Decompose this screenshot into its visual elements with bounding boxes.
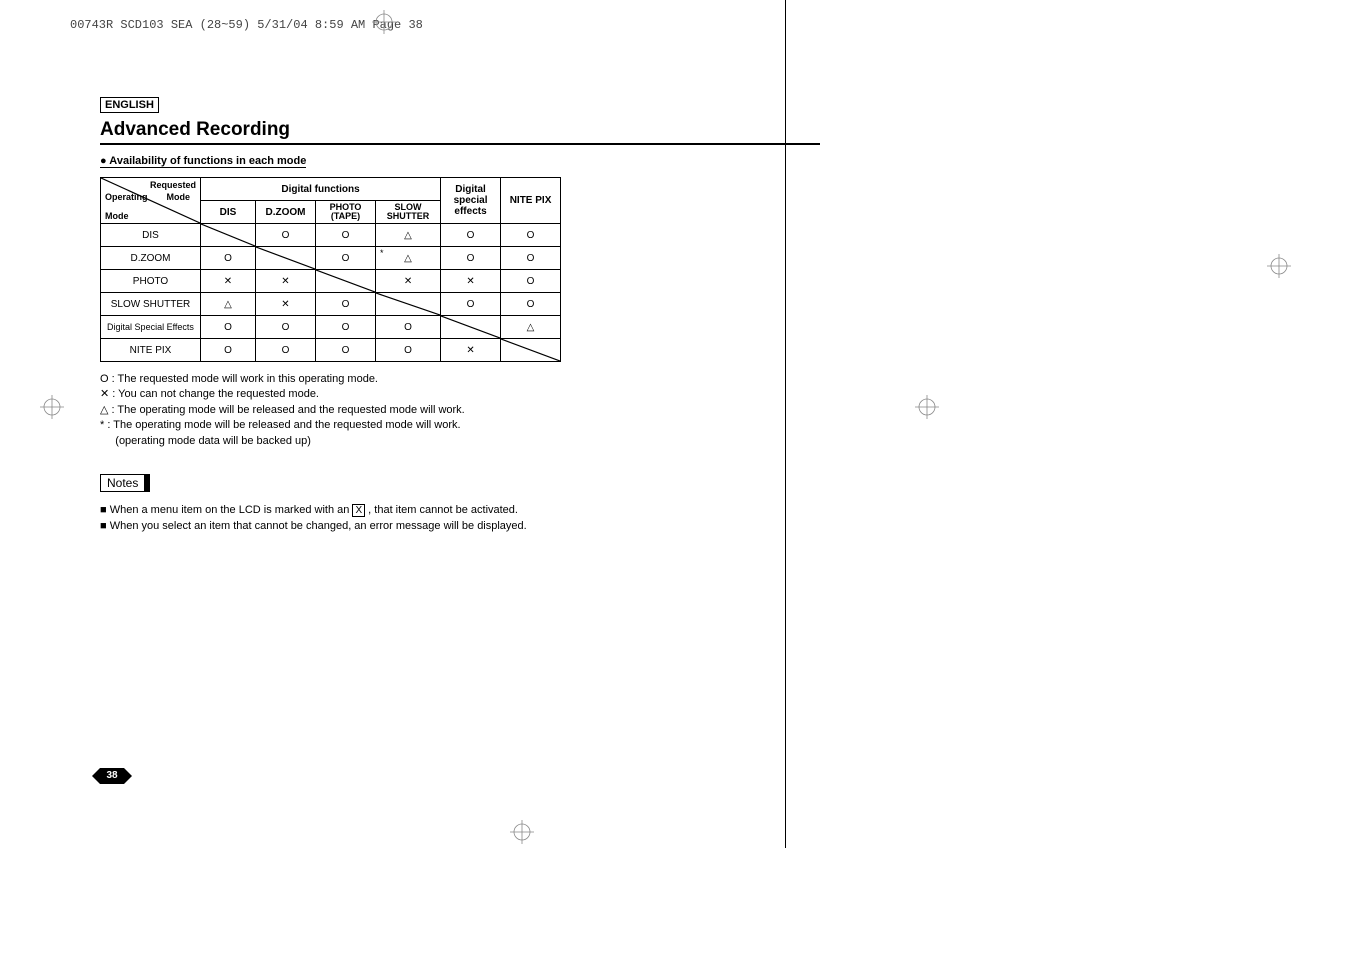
col-nite-pix: NITE PIX: [501, 178, 561, 224]
cell: O: [501, 224, 561, 247]
cell: O: [201, 316, 256, 339]
row-label: NITE PIX: [101, 339, 201, 362]
table-corner: Requested Mode Operating Mode: [101, 178, 201, 224]
crop-mark-icon: [915, 395, 939, 419]
cell: O: [316, 293, 376, 316]
cell: O: [441, 247, 501, 270]
crop-mark-icon: [40, 395, 64, 419]
row-label: SLOW SHUTTER: [101, 293, 201, 316]
language-label: ENGLISH: [100, 97, 159, 113]
cell: O: [316, 247, 376, 270]
page-title: Advanced Recording: [100, 119, 820, 145]
x-mark-icon: X: [352, 504, 365, 517]
legend: O : The requested mode will work in this…: [100, 372, 850, 449]
function-table: Requested Mode Operating Mode Digital fu…: [100, 177, 561, 362]
cell: O: [441, 224, 501, 247]
crop-mark-icon: [510, 820, 534, 844]
table-row: NITE PIX O O O O ✕: [101, 339, 561, 362]
cell: O: [376, 339, 441, 362]
cell: ✕: [256, 270, 316, 293]
col-slow-shutter: SLOWSHUTTER: [376, 201, 441, 224]
table-row: PHOTO ✕ ✕ ✕ ✕ O: [101, 270, 561, 293]
legend-star-cont: (operating mode data will be backed up): [100, 434, 850, 449]
section-subtitle: Availability of functions in each mode: [100, 155, 306, 168]
crop-mark-icon: [1267, 254, 1291, 278]
legend-triangle: △ : The operating mode will be released …: [100, 403, 850, 418]
cell: △: [201, 293, 256, 316]
table-row: D.ZOOM O O *△ O O: [101, 247, 561, 270]
cell: O: [201, 339, 256, 362]
row-label: Digital Special Effects: [101, 316, 201, 339]
cell: O: [256, 316, 316, 339]
legend-star: * : The operating mode will be released …: [100, 418, 850, 433]
crop-mark-icon: [372, 10, 396, 34]
table-row: DIS O O △ O O: [101, 224, 561, 247]
row-label: PHOTO: [101, 270, 201, 293]
cell: ✕: [376, 270, 441, 293]
col-dzoom: D.ZOOM: [256, 201, 316, 224]
cell: ✕: [441, 339, 501, 362]
cell: ✕: [201, 270, 256, 293]
cell: O: [501, 270, 561, 293]
cell: O: [316, 339, 376, 362]
note-2: When you select an item that cannot be c…: [100, 518, 850, 535]
cell: O: [441, 293, 501, 316]
cell: O: [501, 247, 561, 270]
note-1: When a menu item on the LCD is marked wi…: [100, 502, 850, 519]
col-dis: DIS: [201, 201, 256, 224]
cell-self: [376, 293, 441, 316]
cell: O: [316, 224, 376, 247]
cell: O: [501, 293, 561, 316]
cell-self: [256, 247, 316, 270]
col-digital-functions: Digital functions: [201, 178, 441, 201]
notes-heading: Notes: [100, 474, 148, 492]
cell: △: [376, 224, 441, 247]
row-label: DIS: [101, 224, 201, 247]
cell: *△: [376, 247, 441, 270]
cell: O: [256, 339, 316, 362]
row-label: D.ZOOM: [101, 247, 201, 270]
legend-x: ✕ : You can not change the requested mod…: [100, 387, 850, 402]
col-photo-tape: PHOTO(TAPE): [316, 201, 376, 224]
col-digital-special: Digital special effects: [441, 178, 501, 224]
cell-self: [316, 270, 376, 293]
page-number: 38: [100, 768, 124, 784]
page-content: ENGLISH Advanced Recording Availability …: [100, 95, 850, 535]
cell: △: [501, 316, 561, 339]
cell: ✕: [441, 270, 501, 293]
print-header: 00743R SCD103 SEA (28~59) 5/31/04 8:59 A…: [70, 18, 423, 32]
table-row: Digital Special Effects O O O O △: [101, 316, 561, 339]
cell: ✕: [256, 293, 316, 316]
notes-list: When a menu item on the LCD is marked wi…: [100, 502, 850, 535]
cell: O: [201, 247, 256, 270]
cell: O: [316, 316, 376, 339]
cell-self: [201, 224, 256, 247]
cell-self: [501, 339, 561, 362]
legend-o: O : The requested mode will work in this…: [100, 372, 850, 387]
cell-self: [441, 316, 501, 339]
table-row: SLOW SHUTTER △ ✕ O O O: [101, 293, 561, 316]
cell: O: [256, 224, 316, 247]
cell: O: [376, 316, 441, 339]
